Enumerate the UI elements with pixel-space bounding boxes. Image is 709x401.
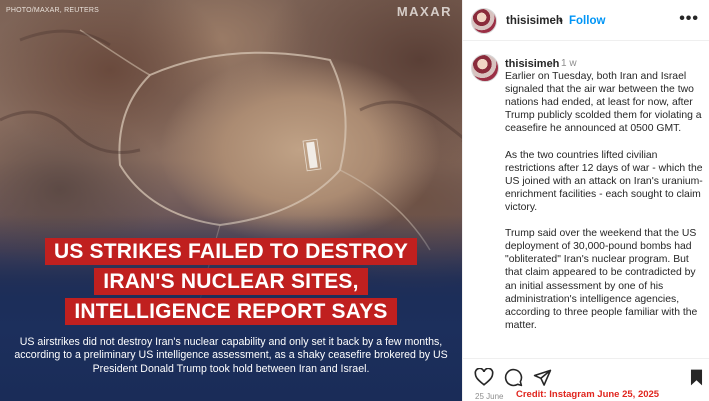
image-caption: US airstrikes did not destroy Iran's nuc… (14, 336, 448, 375)
photo-credit: PHOTO/MAXAR, REUTERS (6, 7, 99, 14)
heart-icon[interactable] (474, 367, 494, 391)
bookmark-icon[interactable] (688, 368, 705, 392)
post-date[interactable]: 25 June (475, 392, 503, 401)
more-options-icon[interactable]: ••• (679, 10, 699, 28)
header-username[interactable]: thisisimeh (506, 15, 563, 27)
caption-paragraph: Earlier on Tuesday, both Iran and Israel… (505, 71, 702, 135)
post-image[interactable]: PHOTO/MAXAR, REUTERS MAXAR US STRIKES FA… (0, 0, 462, 401)
caption-timestamp[interactable]: 1 w (561, 58, 577, 69)
caption-paragraph: Trump said over the weekend that the US … (505, 228, 698, 331)
post-header: thisisimeh • Follow ••• (463, 0, 709, 41)
credit-overlay-text: Credit: Instagram June 25, 2025 (516, 389, 660, 400)
action-bar: 25 June Credit: Instagram June 25, 2025 (463, 358, 709, 401)
caption-comments-area[interactable]: thisisimeh 1 w Earlier on Tuesday, both … (463, 42, 709, 357)
caption-username[interactable]: thisisimeh (505, 58, 559, 70)
caption-avatar[interactable] (471, 54, 499, 82)
caption-text: Earlier on Tuesday, both Iran and Israel… (505, 70, 703, 345)
headline-line-3: INTELLIGENCE REPORT SAYS (0, 298, 462, 325)
avatar[interactable] (471, 8, 497, 34)
follow-button[interactable]: Follow (569, 15, 605, 27)
headline-line-1: US STRIKES FAILED TO DESTROY (0, 238, 462, 265)
maxar-watermark: MAXAR (396, 4, 452, 19)
caption-paragraph: As the two countries lifted civilian res… (505, 149, 703, 213)
headline-line-2: IRAN'S NUCLEAR SITES, (0, 268, 462, 295)
post-side-panel: thisisimeh • Follow ••• thisisimeh 1 w E… (462, 0, 709, 401)
separator-dot: • (559, 15, 563, 27)
